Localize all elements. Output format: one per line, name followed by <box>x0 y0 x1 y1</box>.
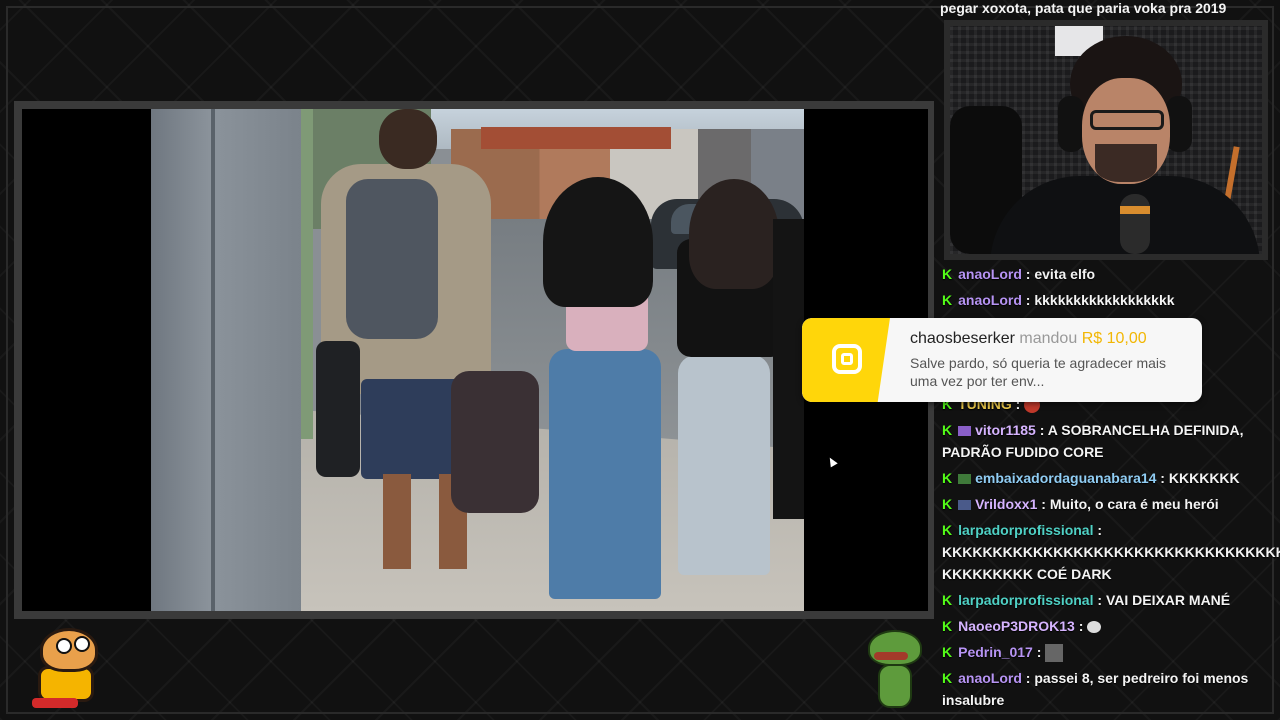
sub-badge-icon <box>958 426 972 437</box>
chat-message: KanaoLord : passei 8, ser pedreiro foi m… <box>942 670 1249 708</box>
sub-badge-icon <box>958 474 972 485</box>
girl-black-hair <box>543 177 653 307</box>
glasses <box>1090 110 1164 130</box>
chat-username[interactable]: anaoLord <box>958 266 1022 282</box>
mascot-legs <box>32 698 78 708</box>
kick-icon: K <box>942 644 953 660</box>
chat-username[interactable]: larpadorprofissional <box>958 522 1093 538</box>
pepe-body <box>878 664 912 708</box>
sub-badge-icon <box>958 500 972 511</box>
man-head <box>379 109 437 169</box>
mascot-eye-right <box>74 636 90 652</box>
girl-blue-jeans <box>549 349 661 599</box>
kick-icon: K <box>942 470 953 486</box>
chat-message: Kvitor1185 : A SOBRANCELHA DEFINIDA, PAD… <box>942 422 1244 460</box>
chat-username[interactable]: Vrildoxx1 <box>975 496 1037 512</box>
alert-donor: chaosbeserker <box>910 330 1015 347</box>
kick-icon: K <box>942 522 953 538</box>
mascot-emote <box>22 626 102 710</box>
gray-wall <box>151 109 301 611</box>
mascot-eye-left <box>56 638 72 654</box>
pepe-head <box>868 630 922 666</box>
chat-text: KKKKKKK <box>1168 470 1240 486</box>
webcam <box>950 26 1262 254</box>
speech-emote <box>1087 621 1102 634</box>
chat-text: KKKKKKKKKKKKKKKKKKKKKKKKKKKKKKKKKKKK KKK… <box>942 544 1280 582</box>
donation-alert: chaosbeserker mandou R$ 10,00 Salve pard… <box>802 318 1202 402</box>
chat-text: Muito, o cara é meu herói <box>1049 496 1219 512</box>
alert-message: Salve pardo, só queria te agradecer mais… <box>910 355 1167 389</box>
microphone <box>1120 194 1150 254</box>
chat-username[interactable]: anaoLord <box>958 292 1022 308</box>
patterned-backpack <box>451 371 539 513</box>
image-emote <box>1045 644 1064 663</box>
chat-text: VAI DEIXAR MANÉ <box>1105 592 1231 608</box>
headset-left <box>1058 96 1084 152</box>
livepix-logo-icon <box>832 344 862 374</box>
chat-partial-message: pegar xoxota, pata que paria voka pra 20… <box>940 0 1227 16</box>
kick-icon: K <box>942 292 953 308</box>
black-backpack <box>316 341 360 477</box>
chat-username[interactable]: NaoeoP3DROK13 <box>958 618 1075 634</box>
kick-icon: K <box>942 266 953 282</box>
person-right-edge <box>773 219 804 519</box>
alert-verb: mandou <box>1019 330 1078 347</box>
chat-message: Kembaixadordaguanabara14 : KKKKKKK <box>942 470 1240 486</box>
shared-photo <box>151 109 804 611</box>
kick-icon: K <box>942 592 953 608</box>
kick-icon: K <box>942 422 953 438</box>
alert-amount: R$ 10,00 <box>1081 330 1147 347</box>
chat-message: KanaoLord : evita elfo <box>942 266 1096 282</box>
wall-stripe <box>211 109 215 611</box>
chat-username[interactable]: embaixadordaguanabara14 <box>975 470 1156 486</box>
chat-message: K Vrildoxx1 : Muito, o cara é meu herói <box>942 496 1219 512</box>
chat-username[interactable]: Pedrin_017 <box>958 644 1033 660</box>
alert-title: chaosbeserker mandou R$ 10,00 <box>910 330 1147 348</box>
girl-light-jeans <box>678 355 770 575</box>
chat-username[interactable]: anaoLord <box>958 670 1022 686</box>
chat-message: KanaoLord : kkkkkkkkkkkkkkkkkk <box>942 292 1175 308</box>
chat-message: Klarpadorprofissional : VAI DEIXAR MANÉ <box>942 592 1231 608</box>
beard <box>1095 144 1157 182</box>
chat-username[interactable]: larpadorprofissional <box>958 592 1093 608</box>
kick-icon: K <box>942 670 953 686</box>
chat-message: Klarpadorprofissional : KKKKKKKKKKKKKKKK… <box>942 519 1280 585</box>
chat-text: evita elfo <box>1034 266 1096 282</box>
kick-icon: K <box>942 496 953 512</box>
pepe-emote <box>864 628 926 710</box>
gray-backpack <box>346 179 438 339</box>
girl-curly-hair <box>689 179 779 289</box>
kick-icon: K <box>942 618 953 634</box>
man-leg-left <box>383 474 411 569</box>
pepe-mouth <box>874 652 908 660</box>
chat-text: kkkkkkkkkkkkkkkkkk <box>1034 292 1175 308</box>
chat-message: K NaoeoP3DROK13 : <box>942 615 1272 637</box>
roof <box>481 127 671 149</box>
chat-username[interactable]: vitor1185 <box>975 422 1036 438</box>
chat-message: K Pedrin_017 : <box>942 641 1272 663</box>
microphone-band <box>1120 206 1150 214</box>
